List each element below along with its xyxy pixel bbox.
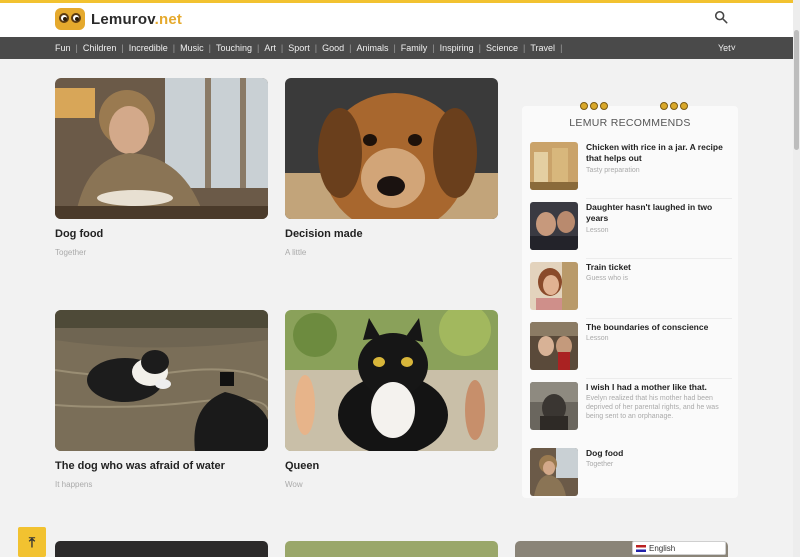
nav-item-good[interactable]: Good bbox=[322, 43, 344, 53]
nav-separator: | bbox=[121, 43, 124, 53]
logo-tld: .net bbox=[154, 10, 183, 28]
nav-item-music[interactable]: Music bbox=[180, 43, 204, 53]
category-nav: Fun | Children | Incredible | Music | Touching | A… bbox=[0, 37, 800, 59]
recommendation-thumbnail[interactable] bbox=[530, 262, 578, 310]
recommendation-title[interactable]: Chicken with rice in a jar. A recipe tha… bbox=[586, 142, 732, 164]
nav-separator: | bbox=[314, 43, 318, 53]
nav-item-animals[interactable]: Animals bbox=[356, 43, 388, 53]
site-logo[interactable]: Lemurov.net bbox=[55, 8, 182, 30]
article-image[interactable] bbox=[285, 310, 498, 451]
site-header: Lemurov.net bbox=[0, 3, 800, 38]
scroll-to-top-button[interactable]: ⤒ bbox=[18, 527, 46, 557]
nav-item-children[interactable]: Children bbox=[83, 43, 117, 53]
article-image[interactable] bbox=[285, 78, 498, 219]
recommendation-category: Lesson bbox=[586, 227, 609, 234]
nav-separator: | bbox=[349, 43, 352, 53]
nav-separator: | bbox=[560, 43, 563, 53]
recommendation-thumbnail[interactable] bbox=[530, 382, 578, 430]
recommendation-thumbnail[interactable] bbox=[530, 202, 578, 250]
recommendations-sidebar: LEMUR RECOMMENDS Chicken with rice in a … bbox=[522, 102, 738, 498]
language-selector[interactable]: English bbox=[632, 541, 726, 555]
recommendation-title[interactable]: I wish I had a mother like that. bbox=[586, 382, 732, 393]
recommendation-title[interactable]: Dog food bbox=[586, 448, 732, 459]
recommendation-thumbnail[interactable] bbox=[530, 142, 578, 190]
article-image[interactable] bbox=[55, 310, 268, 451]
nav-separator: | bbox=[208, 43, 211, 53]
recommendation-category: Together bbox=[586, 461, 614, 468]
article-card[interactable]: Queen Wow bbox=[285, 310, 498, 489]
article-title[interactable]: The dog who was afraid of water bbox=[55, 460, 268, 472]
article-title[interactable]: Queen bbox=[285, 460, 498, 472]
recommendation-excerpt: Evelyn realized that his mother had been… bbox=[586, 395, 719, 420]
nav-item-art[interactable]: Art bbox=[264, 43, 276, 53]
nav-item-incredible[interactable]: Incredible bbox=[129, 43, 168, 53]
category-list: Fun | Children | Incredible | Music | Touching | A… bbox=[55, 37, 567, 59]
nav-separator: | bbox=[280, 43, 284, 53]
nav-item-fun[interactable]: Fun bbox=[55, 43, 71, 53]
sidebar-title: LEMUR RECOMMENDS bbox=[569, 117, 691, 129]
recommendation-category: Guess who is bbox=[586, 275, 629, 282]
nav-separator: | bbox=[523, 43, 526, 53]
article-title[interactable]: Dog food bbox=[55, 228, 268, 240]
nav-separator: | bbox=[393, 43, 396, 53]
recommendation-title[interactable]: Train ticket bbox=[586, 262, 732, 273]
search-button[interactable] bbox=[714, 10, 734, 30]
article-card[interactable]: The dog who was afraid of water It happe… bbox=[55, 310, 268, 489]
article-title[interactable]: Decision made bbox=[285, 228, 498, 240]
nav-item-inspiring[interactable]: Inspiring bbox=[440, 43, 474, 53]
nav-separator: | bbox=[172, 43, 176, 53]
recommendation-category: Lesson bbox=[586, 335, 609, 342]
lemur-eyes-icon bbox=[580, 102, 608, 111]
article-image[interactable] bbox=[55, 78, 268, 219]
article-image-partial[interactable] bbox=[285, 541, 498, 557]
lemur-eyes-icon bbox=[660, 102, 688, 111]
nav-separator: | bbox=[478, 43, 482, 53]
article-category: Wow bbox=[285, 480, 303, 489]
article-card[interactable]: Decision made A little bbox=[285, 78, 498, 257]
article-category: It happens bbox=[55, 480, 93, 489]
logo-name: Lemurov bbox=[91, 10, 155, 28]
recommendation-thumbnail[interactable] bbox=[530, 322, 578, 370]
scrollbar-thumb[interactable] bbox=[794, 30, 799, 150]
article-category: A little bbox=[285, 248, 307, 257]
nav-item-science[interactable]: Science bbox=[486, 43, 518, 53]
nav-item-touching[interactable]: Touching bbox=[216, 43, 252, 53]
nav-more-dropdown[interactable]: Yet˅ bbox=[718, 37, 736, 59]
arrow-up-icon: ⤒ bbox=[28, 533, 36, 550]
language-label: English bbox=[649, 543, 676, 553]
nav-item-sport[interactable]: Sport bbox=[288, 43, 310, 53]
search-icon bbox=[714, 10, 728, 24]
nav-separator: | bbox=[432, 43, 435, 53]
nav-item-travel[interactable]: Travel bbox=[530, 43, 555, 53]
flag-icon bbox=[636, 544, 646, 552]
recommendation-category: Tasty preparation bbox=[586, 167, 640, 174]
recommendation-thumbnail[interactable] bbox=[530, 448, 578, 496]
nav-item-family[interactable]: Family bbox=[401, 43, 428, 53]
nav-separator: | bbox=[75, 43, 78, 53]
article-category: Together bbox=[55, 248, 87, 257]
article-card[interactable]: Dog food Together bbox=[55, 78, 268, 257]
article-image-partial[interactable] bbox=[55, 541, 268, 557]
nav-separator: | bbox=[257, 43, 260, 53]
recommendation-title[interactable]: The boundaries of conscience bbox=[586, 322, 732, 333]
recommendation-title[interactable]: Daughter hasn't laughed in two years bbox=[586, 202, 732, 224]
lemur-logo-icon bbox=[55, 8, 85, 30]
